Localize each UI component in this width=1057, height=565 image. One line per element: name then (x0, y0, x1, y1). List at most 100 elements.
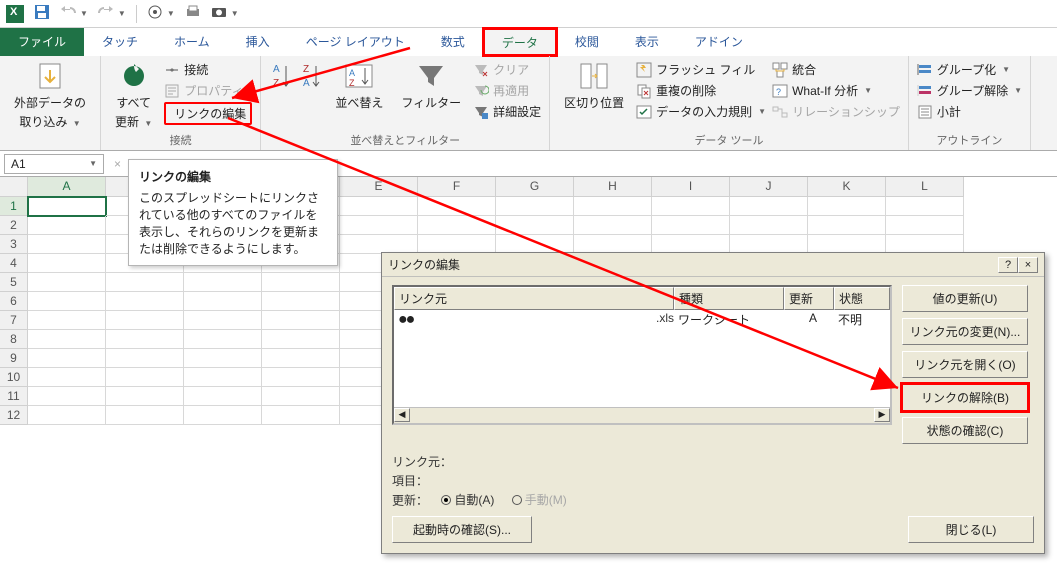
column-header[interactable]: I (652, 177, 730, 197)
cell[interactable] (106, 387, 184, 406)
cell[interactable] (262, 273, 340, 292)
col-type[interactable]: 種類 (674, 287, 784, 310)
group-button[interactable]: グループ化▼ (917, 60, 1022, 79)
print-preview-icon[interactable] (185, 4, 201, 23)
name-box-dropdown-icon[interactable]: ▼ (89, 159, 97, 168)
row-header[interactable]: 6 (0, 292, 28, 311)
filter-button[interactable]: フィルター (395, 60, 467, 111)
cell[interactable] (496, 197, 574, 216)
name-box[interactable]: A1 ▼ (4, 154, 104, 174)
cell[interactable] (28, 311, 106, 330)
dialog-close-icon[interactable]: × (1018, 257, 1038, 273)
tab-page-layout[interactable]: ページ レイアウト (288, 28, 423, 56)
whatif-button[interactable]: ? What-If 分析▼ (772, 81, 900, 100)
cell[interactable] (28, 254, 106, 273)
cell[interactable] (262, 292, 340, 311)
list-row[interactable]: ●● .xls ワークシート A 不明 (394, 310, 890, 330)
redo-dropdown-icon[interactable]: ▼ (118, 9, 126, 18)
dialog-titlebar[interactable]: リンクの編集 ? × (382, 253, 1044, 277)
col-update[interactable]: 更新 (784, 287, 834, 310)
flash-fill-button[interactable]: フラッシュ フィル (636, 60, 766, 79)
update-values-button[interactable]: 値の更新(U) (902, 285, 1028, 312)
col-status[interactable]: 状態 (834, 287, 890, 310)
remove-dup-button[interactable]: 重複の削除 (636, 81, 766, 100)
cell[interactable] (184, 387, 262, 406)
consolidate-button[interactable]: 統合 (772, 60, 900, 79)
cell[interactable] (340, 216, 418, 235)
tab-addin[interactable]: アドイン (677, 28, 761, 56)
data-validation-button[interactable]: データの入力規則▼ (636, 102, 766, 121)
column-header[interactable]: H (574, 177, 652, 197)
touch-mode-icon[interactable] (147, 4, 163, 23)
row-header[interactable]: 2 (0, 216, 28, 235)
radio-auto[interactable]: 自動(A) (441, 491, 494, 508)
cell[interactable] (184, 406, 262, 425)
cell[interactable] (28, 216, 106, 235)
tab-touch[interactable]: タッチ (84, 28, 156, 56)
cell[interactable] (418, 197, 496, 216)
relationships-button[interactable]: リレーションシップ (772, 102, 900, 121)
text-to-columns-button[interactable]: 区切り位置 (558, 60, 630, 111)
cell[interactable] (28, 273, 106, 292)
touch-dropdown-icon[interactable]: ▼ (167, 9, 175, 18)
cell[interactable] (28, 349, 106, 368)
tab-formulas[interactable]: 数式 (423, 28, 483, 56)
row-header[interactable]: 1 (0, 197, 28, 216)
tab-review[interactable]: 校閲 (557, 28, 617, 56)
subtotal-button[interactable]: 小計 (917, 102, 1022, 121)
tab-home[interactable]: ホーム (156, 28, 228, 56)
tab-file[interactable]: ファイル (0, 28, 84, 56)
save-icon[interactable] (34, 4, 50, 23)
cell[interactable] (574, 197, 652, 216)
undo-icon[interactable] (60, 4, 76, 23)
row-header[interactable]: 11 (0, 387, 28, 406)
cell[interactable] (28, 406, 106, 425)
cell[interactable] (184, 311, 262, 330)
cell[interactable] (652, 216, 730, 235)
break-link-button[interactable]: リンクの解除(B) (902, 384, 1028, 411)
cell[interactable] (28, 368, 106, 387)
column-header[interactable]: J (730, 177, 808, 197)
cell[interactable] (886, 197, 964, 216)
cell[interactable] (28, 292, 106, 311)
column-header[interactable]: G (496, 177, 574, 197)
check-status-button[interactable]: 状態の確認(C) (902, 417, 1028, 444)
tab-view[interactable]: 表示 (617, 28, 677, 56)
cell[interactable] (28, 197, 106, 216)
close-button[interactable]: 閉じる(L) (908, 516, 1034, 543)
undo-dropdown-icon[interactable]: ▼ (80, 9, 88, 18)
cell[interactable] (184, 330, 262, 349)
advanced-button[interactable]: 詳細設定 (473, 102, 541, 121)
sort-asc-button[interactable]: AZ (269, 60, 293, 92)
cell[interactable] (730, 216, 808, 235)
reapply-button[interactable]: 再適用 (473, 81, 541, 100)
cell[interactable] (340, 197, 418, 216)
cell[interactable] (262, 387, 340, 406)
cell[interactable] (262, 406, 340, 425)
cancel-icon[interactable]: × (108, 157, 127, 171)
column-header[interactable]: E (340, 177, 418, 197)
camera-icon[interactable] (211, 4, 227, 23)
cell[interactable] (184, 292, 262, 311)
row-header[interactable]: 5 (0, 273, 28, 292)
cell[interactable] (496, 216, 574, 235)
cell[interactable] (106, 311, 184, 330)
cell[interactable] (184, 349, 262, 368)
select-all-corner[interactable] (0, 177, 28, 197)
cell[interactable] (28, 387, 106, 406)
row-header[interactable]: 10 (0, 368, 28, 387)
cell[interactable] (262, 311, 340, 330)
startup-prompt-button[interactable]: 起動時の確認(S)... (392, 516, 532, 543)
column-header[interactable]: A (28, 177, 106, 197)
column-header[interactable]: L (886, 177, 964, 197)
row-header[interactable]: 7 (0, 311, 28, 330)
tab-insert[interactable]: 挿入 (228, 28, 288, 56)
properties-button[interactable]: プロパティ (164, 81, 252, 100)
row-header[interactable]: 8 (0, 330, 28, 349)
refresh-all-button[interactable]: すべて 更新 ▼ (109, 60, 158, 130)
cell[interactable] (106, 406, 184, 425)
open-source-button[interactable]: リンク元を開く(O) (902, 351, 1028, 378)
cell[interactable] (808, 216, 886, 235)
row-header[interactable]: 12 (0, 406, 28, 425)
ungroup-button[interactable]: グループ解除▼ (917, 81, 1022, 100)
